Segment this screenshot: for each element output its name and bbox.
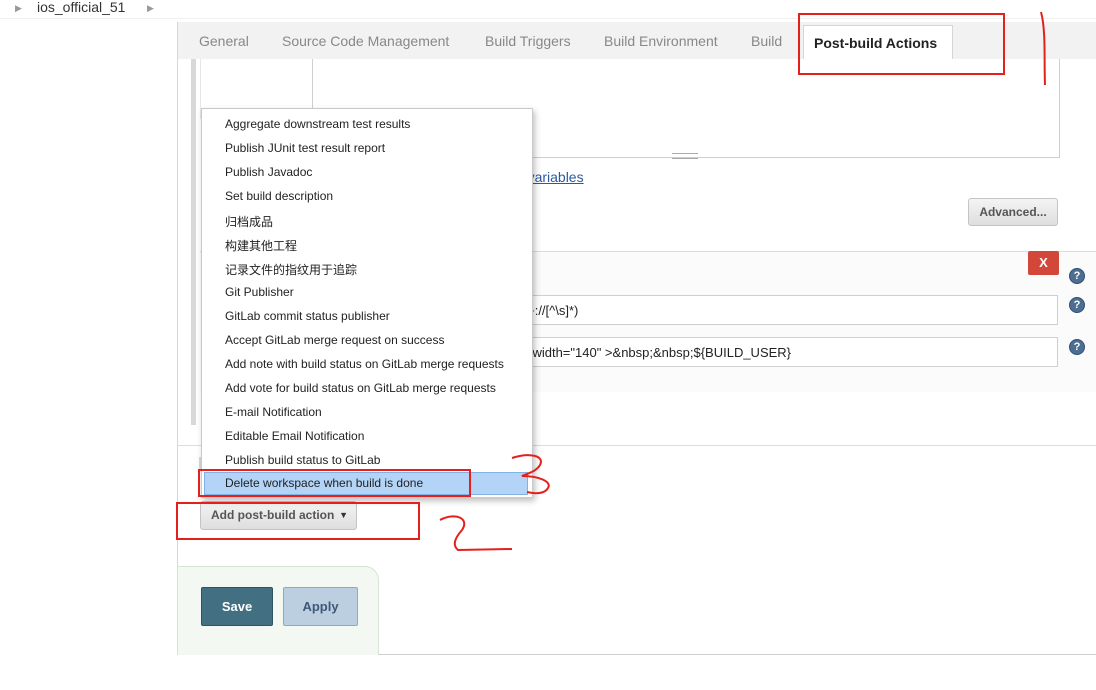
annotation-strokes (439, 11, 1046, 552)
annotation-number-3 (511, 454, 550, 495)
annotation-number-2 (439, 515, 513, 552)
annotation-number-1 (1040, 11, 1046, 86)
